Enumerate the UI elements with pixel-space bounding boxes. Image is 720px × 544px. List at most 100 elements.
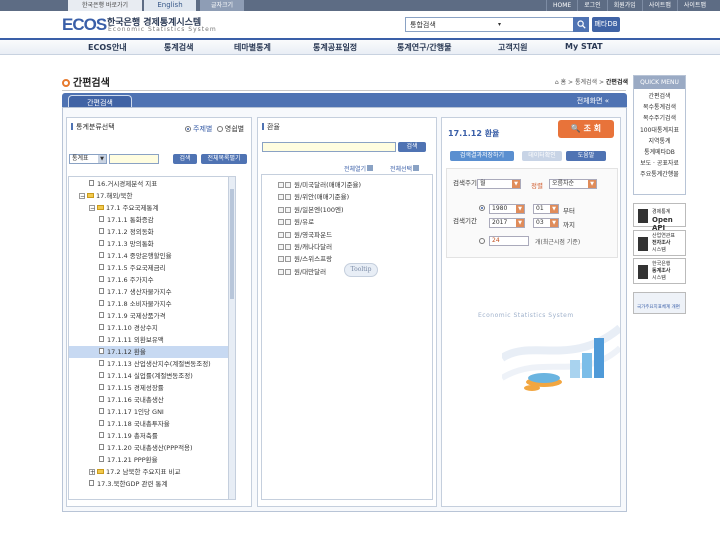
category-search-button[interactable]: 검색 [173,154,197,164]
checkbox[interactable] [285,231,291,238]
bok-link[interactable]: 한국은행 바로가기 [68,0,142,11]
tree-item[interactable]: − 17.해외/북한 [69,190,229,202]
open-api-banner[interactable]: 경제통계 Open API [633,203,686,232]
tree-item[interactable]: 17.1.1 통화증감 [69,214,229,226]
expand-all-tree-button[interactable]: 전체목록펼기 [201,154,247,164]
radio-topic-label[interactable]: 주제별 [193,125,212,133]
fullscreen-button[interactable]: 전체화면 « [577,96,609,106]
tree-item[interactable]: 17.1.9 국제상품가격 [69,310,229,322]
radio-domain-icon[interactable] [216,126,223,132]
tree-item[interactable]: 17.1.2 정외동화 [69,226,229,238]
tree-item[interactable]: 17.1.20 국내총생산(PPP적용) [69,442,229,454]
recent-count-input[interactable]: 24 [489,236,529,246]
checkbox[interactable] [285,206,291,213]
search-icon[interactable] [573,17,589,32]
recent-count-radio[interactable] [479,238,485,244]
tree-scrollbar[interactable] [228,177,235,499]
checkbox[interactable] [285,256,291,263]
item-search-input[interactable] [262,142,396,152]
tree-item[interactable]: 17.1.7 생산자물가지수 [69,286,229,298]
tree-item[interactable]: 16.거시경제분석 지표 [69,178,229,190]
collapse-icon[interactable]: − [79,193,85,200]
quick-menu-item[interactable]: 복수통계검색 [634,102,685,113]
to-year-select[interactable]: 2017 ▼ [489,218,525,228]
tree-item[interactable]: 17.1.12 환율 [69,346,229,358]
tree-item[interactable]: 17.1.18 국내총투자율 [69,418,229,430]
tree-item[interactable]: 17.1.8 소비자물가지수 [69,298,229,310]
checkbox[interactable] [278,268,284,275]
to-month-select[interactable]: 03 ▼ [533,218,559,228]
from-month-select[interactable]: 01 ▼ [533,204,559,214]
item-row[interactable]: 원/유로 [278,216,314,228]
tree-item[interactable]: 17.1.13 산업생산지수(계절변동조정) [69,358,229,370]
tree-item[interactable]: 17.1.17 1인당 GNI [69,406,229,418]
help-button[interactable]: 도움말 [566,151,606,161]
from-year-select[interactable]: 1980 ▼ [489,204,525,214]
tree-item[interactable]: 17.1.6 주가지수 [69,274,229,286]
sort-select[interactable]: 오름차순 ▼ [549,179,597,189]
search-dropdown-icon[interactable]: ▾ [498,21,501,28]
search-input[interactable]: 통합검색 [410,20,436,30]
tree-item[interactable]: +17.2 남북한 주요지표 비교 [69,466,229,478]
item-row[interactable]: 원/대만달러 [278,266,326,278]
data-check-button[interactable]: 데이터확인 [522,151,562,161]
tree-item[interactable]: 17.3.북한GDP 관련 통계 [69,478,229,490]
checkbox[interactable] [278,206,284,213]
nav-customer-support[interactable]: 고객지원 [498,42,527,53]
nav-publications[interactable]: 통계연구/간행물 [397,42,451,53]
category-select[interactable]: 통계표 ▼ [69,154,107,164]
cycle-select[interactable]: 월 ▼ [477,179,521,189]
national-indicator-banner[interactable]: 국가주요지표체계 개편 [633,292,686,314]
quick-menu-item[interactable]: 보도 · 공표자료 [634,158,685,169]
checkbox[interactable] [278,194,284,201]
home-icon[interactable]: ⌂ [555,79,559,86]
home-link[interactable]: HOME [545,0,577,11]
radio-topic-icon[interactable] [185,126,191,132]
expand-icon[interactable]: + [89,469,95,476]
stat-survey-banner[interactable]: 한국은행 동계조사 시스템 [633,258,686,284]
item-row[interactable]: 원/미국달러(매매기준율) [278,179,361,191]
select-all-link[interactable]: 전체선택 [390,164,420,173]
tree-item[interactable]: 17.1.10 경상수지 [69,322,229,334]
tree-item[interactable]: 17.1.16 국내총생산 [69,394,229,406]
expand-all-link[interactable]: 전체열기 [344,164,374,173]
sitemap-link[interactable]: 사이트맵 [641,0,677,11]
tree-item[interactable]: 17.1.5 주요국제금리 [69,262,229,274]
tree-item[interactable]: − 17.1 주요국제통계 [69,202,229,214]
radio-domain-label[interactable]: 영쉽별 [225,125,244,133]
quick-menu-item[interactable]: 주요통계간행물 [634,169,685,180]
meta-db-button[interactable]: 폐타DB [592,17,620,32]
sitemap-link-2[interactable]: 사이트맵 [676,0,712,11]
tree-item[interactable]: 17.1.11 외환보유액 [69,334,229,346]
category-search-input[interactable] [109,154,159,164]
nav-stat-search[interactable]: 통계검색 [164,42,193,53]
quick-menu-item[interactable]: 통계메타DB [634,147,685,158]
quick-menu-item[interactable]: 간편검색 [634,91,685,102]
item-row[interactable]: 원/영국파운드 [278,229,332,241]
checkbox[interactable] [278,256,284,263]
quick-menu-item[interactable]: 지역통계 [634,136,685,147]
query-button[interactable]: 🔍 조 회 [558,120,614,138]
tree-item[interactable]: 17.1.19 총저축률 [69,430,229,442]
quick-menu-item[interactable]: 복수주기검색 [634,113,685,124]
tree-scrollbar-thumb[interactable] [230,189,234,299]
checkbox[interactable] [285,268,291,275]
checkbox[interactable] [285,182,291,188]
tree-item[interactable]: 17.1.15 경제성장률 [69,382,229,394]
item-row[interactable]: 원/위안(매매기준율) [278,191,349,203]
nav-release-schedule[interactable]: 통계공표일정 [313,42,357,53]
english-link[interactable]: English [144,0,196,11]
item-row[interactable]: 원/스위스프랑 [278,253,332,265]
nav-theme-stats[interactable]: 테마별통계 [234,42,271,53]
tree-item[interactable]: 17.1.3 망의통화 [69,238,229,250]
save-results-button[interactable]: 검색결과저장하기 [450,151,514,161]
collapse-icon[interactable]: − [89,205,95,212]
nav-ecos-intro[interactable]: ECOS안내 [88,42,127,53]
nav-my-stat[interactable]: My STAT [565,42,603,51]
survey-system-banner[interactable]: 산업연관표 전자조사 시스템 [633,230,686,256]
checkbox[interactable] [278,244,284,250]
tree-item[interactable]: 17.1.4 중앙은행할인율 [69,250,229,262]
global-search-box[interactable]: 통합검색 ▾ [405,17,589,32]
ecos-logo[interactable]: ECOS 한국은행 경제통계시스템 Economic Statistics Sy… [62,14,242,36]
breadcrumb-stat-search[interactable]: 통계검색 [575,79,597,86]
